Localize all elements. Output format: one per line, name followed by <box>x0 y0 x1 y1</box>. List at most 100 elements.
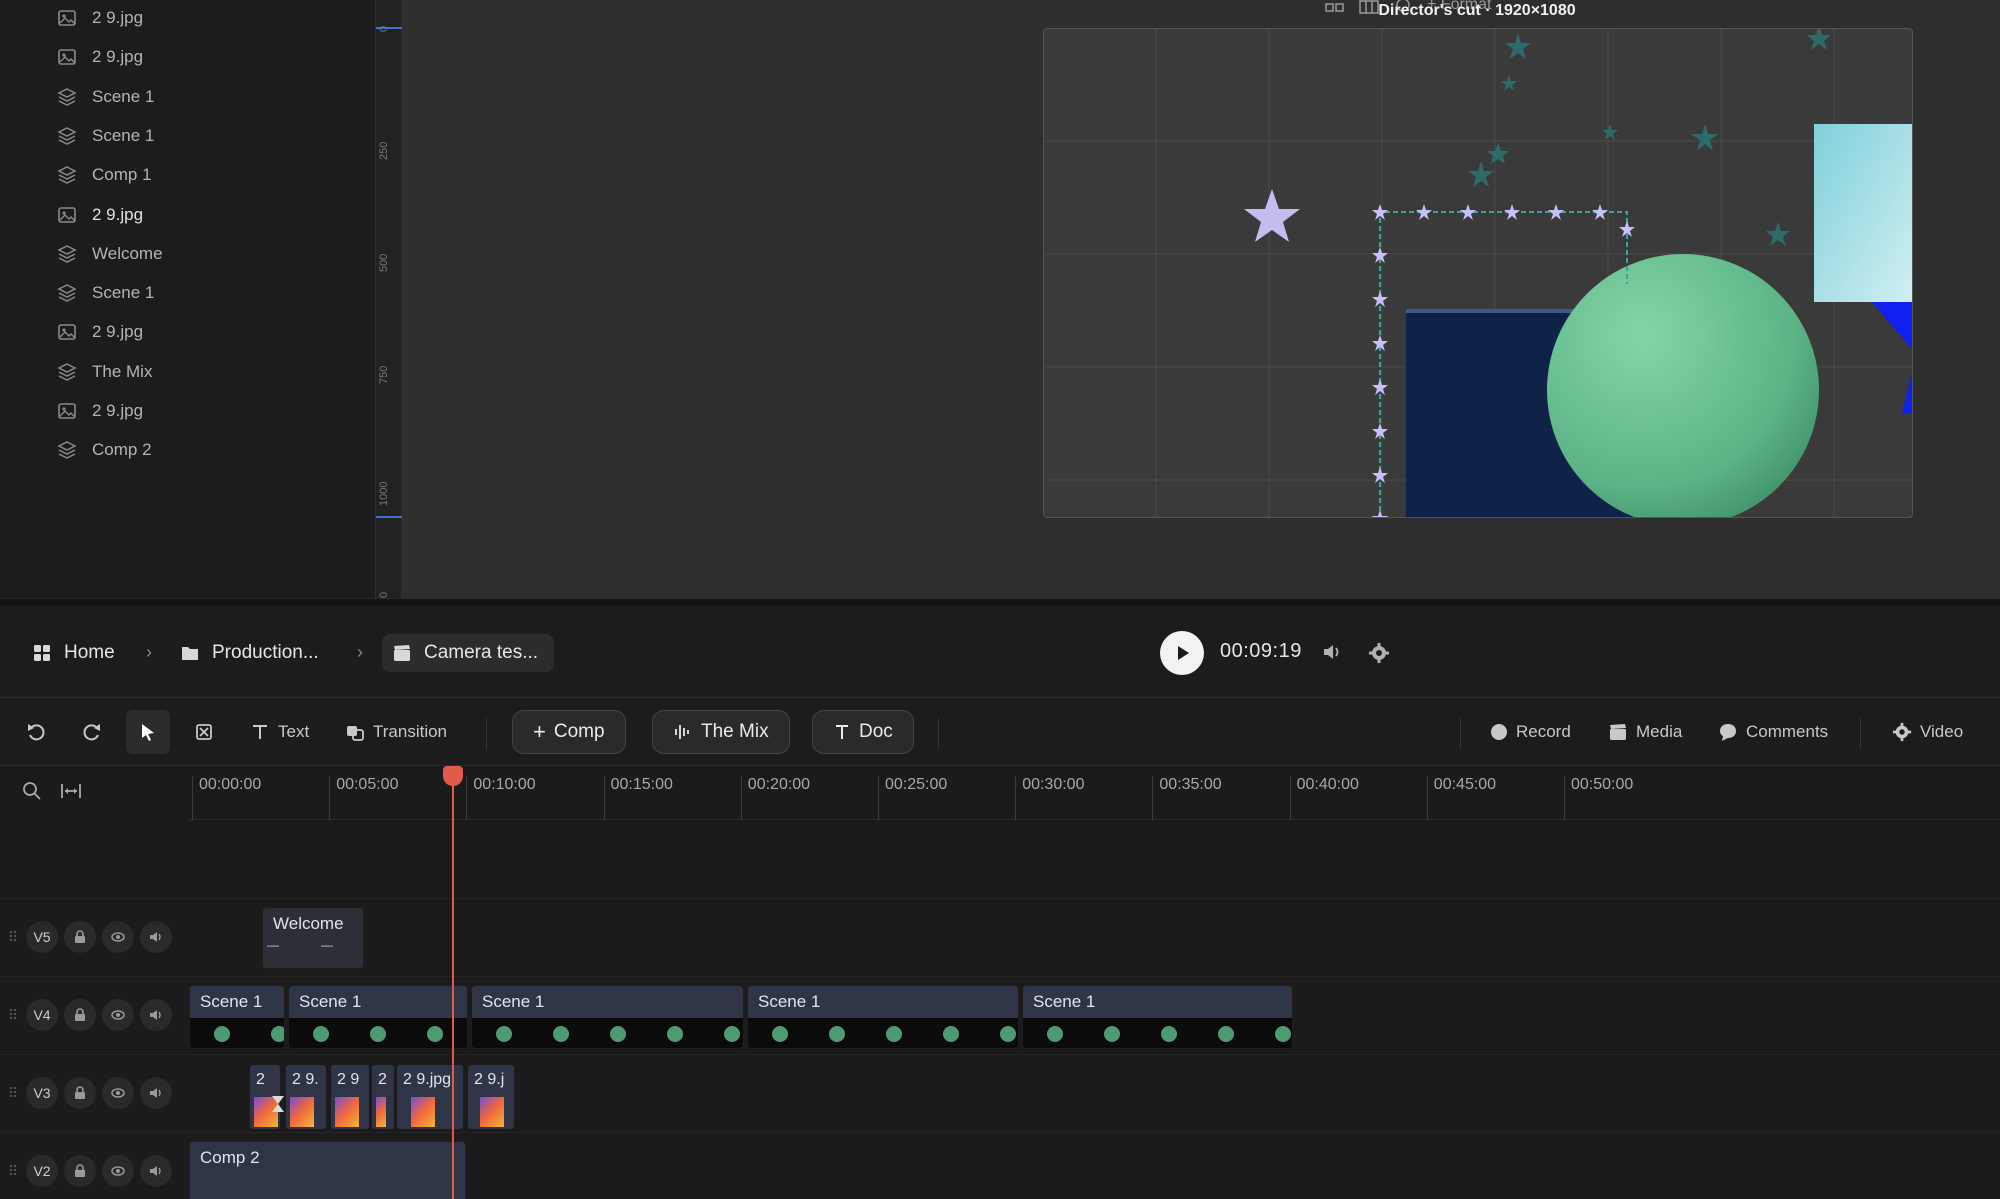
asset-list-item[interactable]: Comp 1 <box>56 158 152 192</box>
track-v2: ⠿ V2 Comp 2 <box>0 1132 2000 1199</box>
doc-button[interactable]: Doc <box>812 710 914 754</box>
clip-label: Scene 1 <box>758 992 821 1011</box>
ruler-tick-label: 00:40:00 <box>1289 776 1359 820</box>
eye-icon[interactable] <box>102 999 134 1031</box>
text-tool-label: Text <box>278 722 310 741</box>
layers-icon <box>56 439 78 461</box>
green-sphere-shape <box>1547 254 1819 517</box>
clip-label: 2 9. <box>292 1071 319 1088</box>
lock-icon[interactable] <box>64 1077 96 1109</box>
ruler-tick-label: 00:25:00 <box>878 776 947 820</box>
transform-tool-button[interactable] <box>182 710 226 754</box>
breadcrumb-camera[interactable]: Camera tes... <box>382 634 555 672</box>
playhead-line[interactable] <box>452 766 454 1199</box>
play-button[interactable] <box>1160 631 1204 675</box>
speaker-icon[interactable] <box>140 1155 172 1187</box>
the-mix-button[interactable]: The Mix <box>652 710 790 754</box>
image-clip[interactable]: 2 9.j <box>468 1065 514 1129</box>
breadcrumb-camera-label: Camera tes... <box>424 642 539 663</box>
drag-handle-icon[interactable]: ⠿ <box>8 1007 20 1024</box>
cyan-panel-shape <box>1814 124 1912 302</box>
lock-icon[interactable] <box>64 999 96 1031</box>
volume-icon[interactable] <box>1322 642 1344 667</box>
breadcrumb-production[interactable]: Production... <box>180 634 319 672</box>
fit-width-icon[interactable] <box>60 781 82 806</box>
drag-handle-icon[interactable]: ⠿ <box>8 1085 20 1102</box>
track-label[interactable]: V2 <box>26 1155 58 1187</box>
redo-icon <box>83 724 100 741</box>
video-settings-button[interactable]: Video <box>1892 710 1963 754</box>
columns-view-icon[interactable] <box>1359 0 1379 18</box>
search-icon[interactable] <box>22 781 42 806</box>
layers-icon <box>56 164 78 186</box>
asset-list-item[interactable]: 2 9.jpg <box>56 315 143 349</box>
timeline-clip[interactable]: Scene 1 <box>288 985 468 1049</box>
speaker-icon[interactable] <box>140 999 172 1031</box>
hourglass-cursor-icon <box>272 1096 284 1112</box>
asset-list-item[interactable]: 2 9.jpg <box>56 198 143 232</box>
eye-icon[interactable] <box>102 921 134 953</box>
folder-icon <box>182 647 198 660</box>
transition-tool-button[interactable]: Transition <box>345 710 447 754</box>
clip-label: Scene 1 <box>1033 992 1096 1011</box>
image-clip[interactable]: 2 9 <box>331 1065 369 1129</box>
redo-button[interactable] <box>70 710 114 754</box>
asset-list-item[interactable]: Scene 1 <box>56 80 154 114</box>
speaker-icon[interactable] <box>140 1077 172 1109</box>
timeline-clip[interactable]: Scene 1 <box>189 985 285 1049</box>
asset-list-item[interactable]: Comp 2 <box>56 433 152 467</box>
undo-button[interactable] <box>14 710 58 754</box>
image-icon <box>56 321 78 343</box>
add-comp-button[interactable]: + Comp <box>512 710 626 754</box>
track-label[interactable]: V5 <box>26 921 58 953</box>
breadcrumb-home[interactable]: Home <box>32 634 115 672</box>
speaker-icon[interactable] <box>140 921 172 953</box>
filmstrip-frame <box>496 1026 512 1042</box>
timeline-clip[interactable]: Welcome — — <box>262 907 364 969</box>
media-label: Media <box>1636 722 1683 741</box>
track-label[interactable]: V3 <box>26 1077 58 1109</box>
grid-view-icon[interactable] <box>1325 1 1345 18</box>
media-button[interactable]: Media <box>1608 710 1682 754</box>
asset-list-item[interactable]: Scene 1 <box>56 119 154 153</box>
asset-list-item[interactable]: 2 9.jpg <box>56 1 143 35</box>
clip-label: Scene 1 <box>299 992 362 1011</box>
lock-icon[interactable] <box>64 1155 96 1187</box>
composition-canvas[interactable] <box>1043 28 1913 518</box>
asset-list-item[interactable]: Welcome <box>56 237 163 271</box>
track-label[interactable]: V4 <box>26 999 58 1031</box>
asset-list-item[interactable]: The Mix <box>56 355 152 389</box>
image-clip[interactable]: 2 <box>372 1065 394 1129</box>
comments-button[interactable]: Comments <box>1718 710 1828 754</box>
asset-label: Scene 1 <box>92 125 155 145</box>
playhead-handle[interactable] <box>443 766 463 786</box>
timeline-clip[interactable]: Scene 1 <box>1022 985 1293 1049</box>
toolbar-divider <box>938 718 939 750</box>
asset-list-item[interactable]: 2 9.jpg <box>56 40 143 74</box>
media-clapper-icon <box>1610 724 1626 740</box>
filmstrip-frame <box>886 1026 902 1042</box>
timeline-clip[interactable]: Scene 1 <box>747 985 1019 1049</box>
asset-label: 2 9.jpg <box>92 204 144 224</box>
asset-list-item[interactable]: Scene 1 <box>56 276 154 310</box>
panel-divider[interactable] <box>0 598 2000 606</box>
clip-thumbnail <box>411 1097 435 1127</box>
drag-handle-icon[interactable]: ⠿ <box>8 1163 20 1180</box>
track-v3-controls: ⠿ V3 <box>8 1077 172 1109</box>
timeline-clip[interactable]: Comp 2 <box>189 1141 466 1199</box>
image-clip[interactable]: 2 9. <box>286 1065 326 1129</box>
asset-list-item[interactable]: 2 9.jpg <box>56 394 143 428</box>
record-button[interactable]: Record <box>1490 710 1571 754</box>
eye-icon[interactable] <box>102 1155 134 1187</box>
settings-gear-icon[interactable] <box>1368 642 1390 669</box>
drag-handle-icon[interactable]: ⠿ <box>8 929 20 946</box>
eye-icon[interactable] <box>102 1077 134 1109</box>
teal-stars <box>1468 29 1831 246</box>
track-v5-controls: ⠿ V5 <box>8 921 172 953</box>
breadcrumb-production-label: Production... <box>212 642 319 663</box>
text-tool-button[interactable]: Text <box>250 710 309 754</box>
timeline-clip[interactable]: Scene 1 <box>471 985 744 1049</box>
select-tool-button[interactable] <box>126 710 170 754</box>
lock-icon[interactable] <box>64 921 96 953</box>
ruler-label: 500 <box>378 253 390 272</box>
